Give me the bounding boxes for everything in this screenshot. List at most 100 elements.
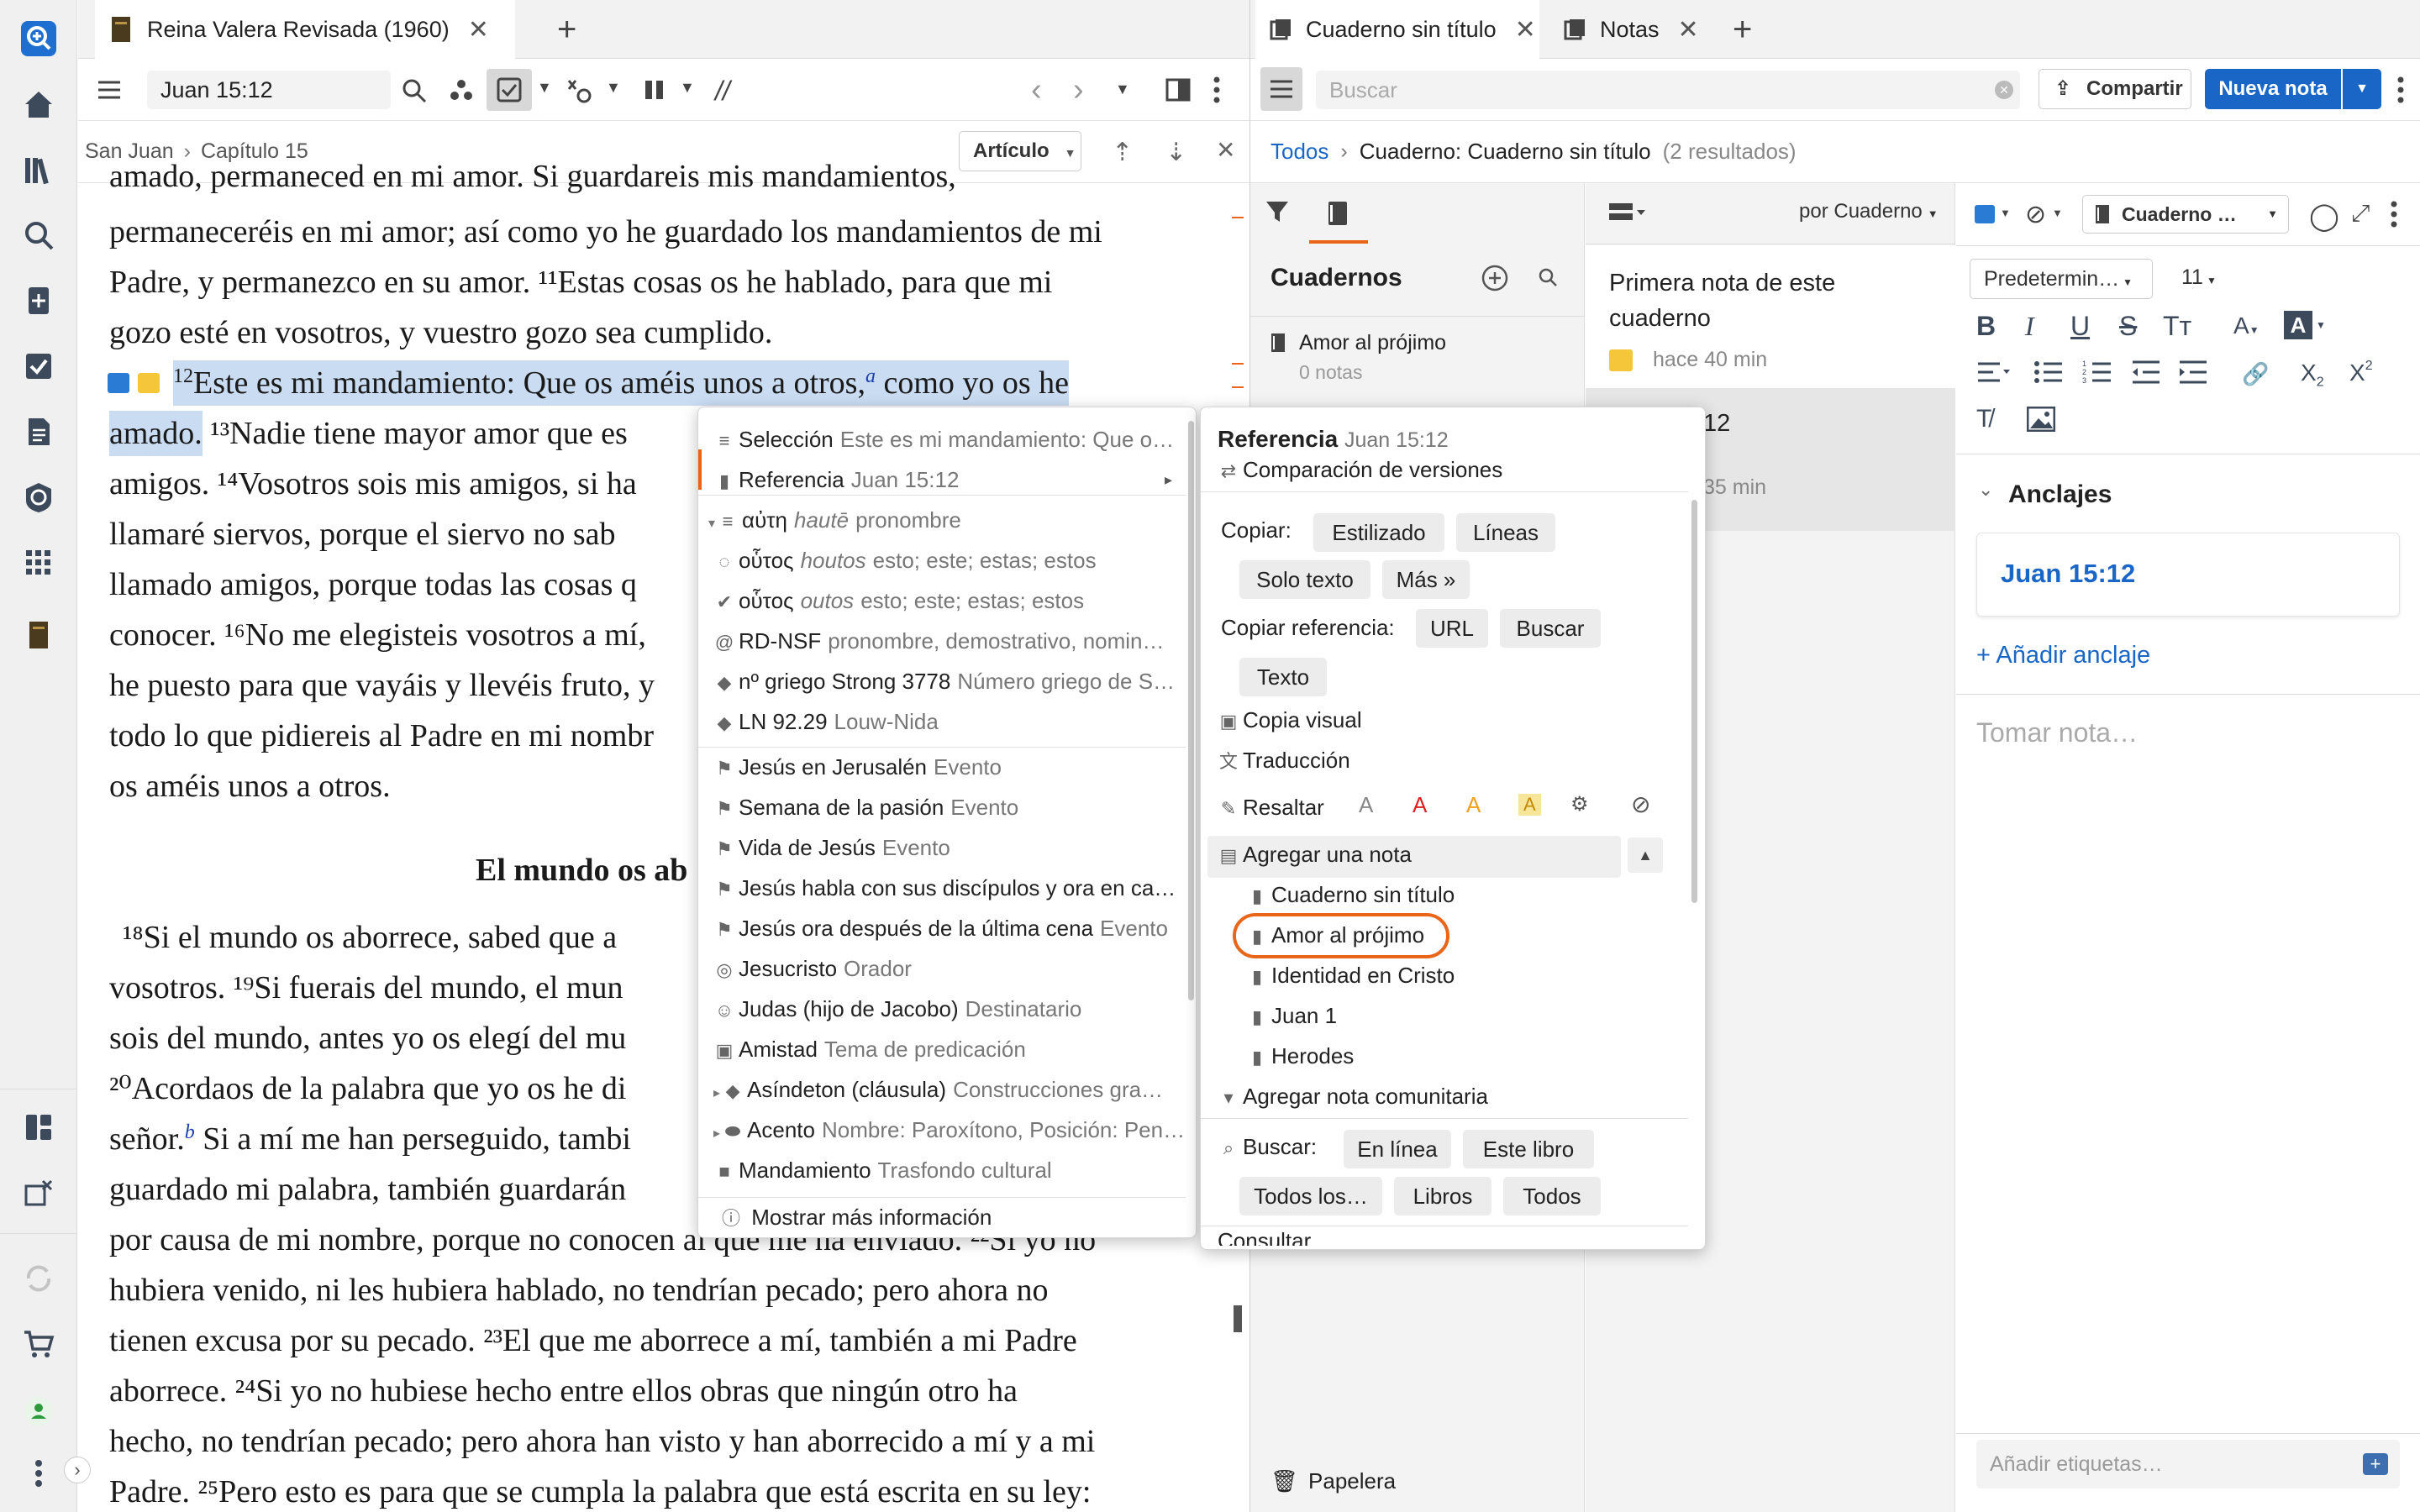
close-icon[interactable]: ✕ [468, 15, 489, 45]
highlight-yellow-icon[interactable]: A [1518, 794, 1541, 816]
context-menu-item[interactable]: ⚑ Semana de la pasión Evento [713, 787, 1184, 827]
context-menu-item[interactable]: ≡ Selección Este es mi mandamiento: Que o… [713, 419, 1184, 459]
search-icon[interactable] [1538, 267, 1558, 287]
translate-item[interactable]: 文 Traducción [1218, 740, 1350, 780]
copy-url-button[interactable]: URL [1416, 609, 1488, 648]
context-menu-item[interactable]: ▸ ⬬ Acento Nombre: Paroxítono, Posición: Pe… [713, 1110, 1184, 1150]
selected-verse-text[interactable]: Este es mi mandamiento: Que os améis uno… [193, 365, 865, 401]
italic-icon[interactable]: I [2025, 311, 2034, 342]
notebook-option[interactable]: ▮ Herodes [1246, 1036, 1354, 1076]
compare-versions-item[interactable]: ⇄ Comparación de versiones [1218, 449, 1503, 490]
highlight-custom-icon[interactable]: ⚙ [1570, 792, 1589, 816]
search-this-book-button[interactable]: Este libro [1463, 1130, 1594, 1168]
search-icon[interactable] [18, 215, 59, 255]
selected-verse-text[interactable]: como yo os he [876, 365, 1069, 401]
close-icon[interactable]: ✕ [1216, 136, 1235, 164]
interlinear-icon[interactable] [566, 77, 596, 104]
notebook-option[interactable]: ▮ Identidad en Cristo [1246, 955, 1455, 995]
clear-format-icon[interactable]: T̸ [1976, 405, 1991, 433]
paragraph-style-select[interactable]: Predetermin… ▼ [1970, 259, 2153, 299]
expand-chevron-icon[interactable]: ▸ [713, 1126, 720, 1141]
image-icon[interactable] [2027, 407, 2055, 432]
underline-icon[interactable]: U [2070, 311, 2090, 342]
add-tab-icon[interactable]: + [557, 0, 576, 59]
chevron-down-icon[interactable]: ▼ [606, 79, 621, 97]
remove-highlight-icon[interactable]: ⊘ [1631, 790, 1650, 818]
context-menu-item[interactable]: ◆ nº griego Strong 3778 Número griego de S… [713, 661, 1184, 701]
arrow-up-icon[interactable]: ⇡ [1112, 138, 1133, 167]
note-item[interactable]: Primera nota de este cuaderno hace 40 mi… [1586, 245, 1955, 388]
sticky-note-icon[interactable] [138, 373, 160, 393]
account-icon[interactable] [18, 1391, 59, 1431]
notes-search-input[interactable]: Buscar [1316, 71, 2020, 109]
breadcrumb-all[interactable]: Todos [1270, 139, 1328, 165]
link-icon[interactable]: 🔗 [2242, 361, 2269, 387]
atlas-icon[interactable] [18, 477, 59, 517]
collapse-chevron-icon[interactable]: ⌄ [1978, 479, 1993, 501]
context-menu-item[interactable]: ▸ ◆ Asíndeton (cláusula) Construcciones gra… [713, 1069, 1184, 1110]
indent-icon[interactable] [2178, 360, 2207, 385]
expand-chevron-icon[interactable]: ▾ [708, 517, 715, 531]
close-icon[interactable]: ✕ [1678, 15, 1699, 45]
trash-item[interactable]: 🗑 Papelera [1270, 1468, 1396, 1494]
search-icon[interactable] [401, 77, 428, 104]
context-menu-item[interactable]: @ RD-NSF pronombre, demostrativo, nomin… [713, 621, 1184, 661]
anchor-card[interactable]: Juan 15:12 [1976, 533, 2400, 617]
panel-menu-icon[interactable] [97, 77, 122, 102]
search-books-button[interactable]: Libros [1394, 1177, 1491, 1215]
panel-more-icon[interactable] [1213, 76, 1221, 104]
panel-more-icon[interactable] [2396, 76, 2405, 104]
new-note-button[interactable]: Nueva nota [2205, 69, 2341, 109]
notebook-option[interactable]: ▮ Amor al prójimo [1246, 915, 1424, 955]
search-everything-button[interactable]: Todos [1503, 1177, 1601, 1215]
add-note-item[interactable]: ▤ Agregar una nota [1218, 834, 1412, 874]
superscript-icon[interactable]: X2 [2349, 360, 2373, 386]
context-menu-item[interactable]: ◎ Jesucristo Orador [713, 948, 1184, 989]
subscript-icon[interactable]: X2 [2301, 360, 2324, 391]
notebook-select[interactable]: Cuaderno … ▼ [2082, 195, 2289, 234]
copy-lines-button[interactable]: Líneas [1456, 513, 1555, 552]
font-size-select[interactable]: 11 ▼ [2181, 265, 2217, 290]
collapse-icon[interactable]: ▲ [1628, 837, 1663, 873]
sort-select[interactable]: por Cuaderno ▼ [1799, 200, 1939, 223]
context-menu-item[interactable]: ▮ Referencia Juan 15:12 ▸ [713, 459, 1184, 500]
chevron-down-icon[interactable]: ▼ [2316, 319, 2326, 331]
context-menu-item[interactable]: ▣ Amistad Tema de predicación [713, 1029, 1184, 1069]
visual-filter-button[interactable] [487, 69, 532, 111]
context-menu-item[interactable]: ✔ οὗτος outos esto; este; estas; estos [713, 580, 1184, 621]
notebook-option[interactable]: ▮ Cuaderno sin título [1246, 874, 1455, 915]
forward-icon[interactable]: › [1073, 72, 1084, 108]
footnote-marker[interactable]: a [865, 365, 876, 387]
search-online-button[interactable]: En línea [1344, 1130, 1451, 1168]
scrollbar[interactable] [1188, 421, 1194, 1000]
document-icon[interactable] [18, 412, 59, 452]
library-icon[interactable] [18, 150, 59, 190]
highlight-item[interactable]: ✎ Resaltar [1218, 787, 1324, 827]
people-icon[interactable] [448, 77, 475, 104]
sync-icon[interactable] [18, 1258, 59, 1299]
view-mode-icon[interactable] [1609, 202, 1646, 223]
notebooks-tab[interactable] [1309, 183, 1368, 244]
add-tag-icon[interactable]: + [2363, 1453, 2388, 1475]
tab-bible[interactable]: Reina Valera Revisada (1960) ✕ [95, 0, 515, 59]
context-menu-item[interactable]: ■ Mandamiento Trasfondo cultural [713, 1150, 1184, 1190]
copy-search-button[interactable]: Buscar [1500, 609, 1601, 648]
strikethrough-icon[interactable]: S [2119, 311, 2137, 342]
add-tab-icon[interactable]: + [1733, 0, 1752, 59]
notebook-option[interactable]: ▮ Juan 1 [1246, 995, 1337, 1036]
context-menu-item[interactable]: ⚑ Jesús en Jerusalén Evento [713, 747, 1184, 787]
context-menu-item[interactable]: ⚑ Vida de Jesús Evento [713, 827, 1184, 868]
split-panel-icon[interactable] [1165, 77, 1191, 102]
context-menu-item[interactable]: ⚑ Jesús ora después de la última cena Even… [713, 908, 1184, 948]
close-panels-icon[interactable] [18, 1173, 59, 1213]
more-icon[interactable] [2390, 200, 2398, 228]
chevron-down-icon[interactable]: ▼ [680, 79, 695, 97]
search-all-button[interactable]: Todos los… [1239, 1177, 1382, 1215]
more-info-item[interactable]: ⓘ Mostrar más información [720, 1197, 992, 1237]
history-chevron-icon[interactable]: ▼ [1115, 81, 1130, 98]
context-menu-item[interactable]: ☺ Judas (hijo de Jacobo) Destinatario [713, 989, 1184, 1029]
tab-notebook[interactable]: Cuaderno sin título ✕ [1255, 0, 1539, 59]
columns-icon[interactable] [643, 77, 666, 102]
anchor-reference[interactable]: Juan 15:12 [2001, 559, 2135, 589]
highlight-orange-icon[interactable]: A [1466, 792, 1481, 818]
